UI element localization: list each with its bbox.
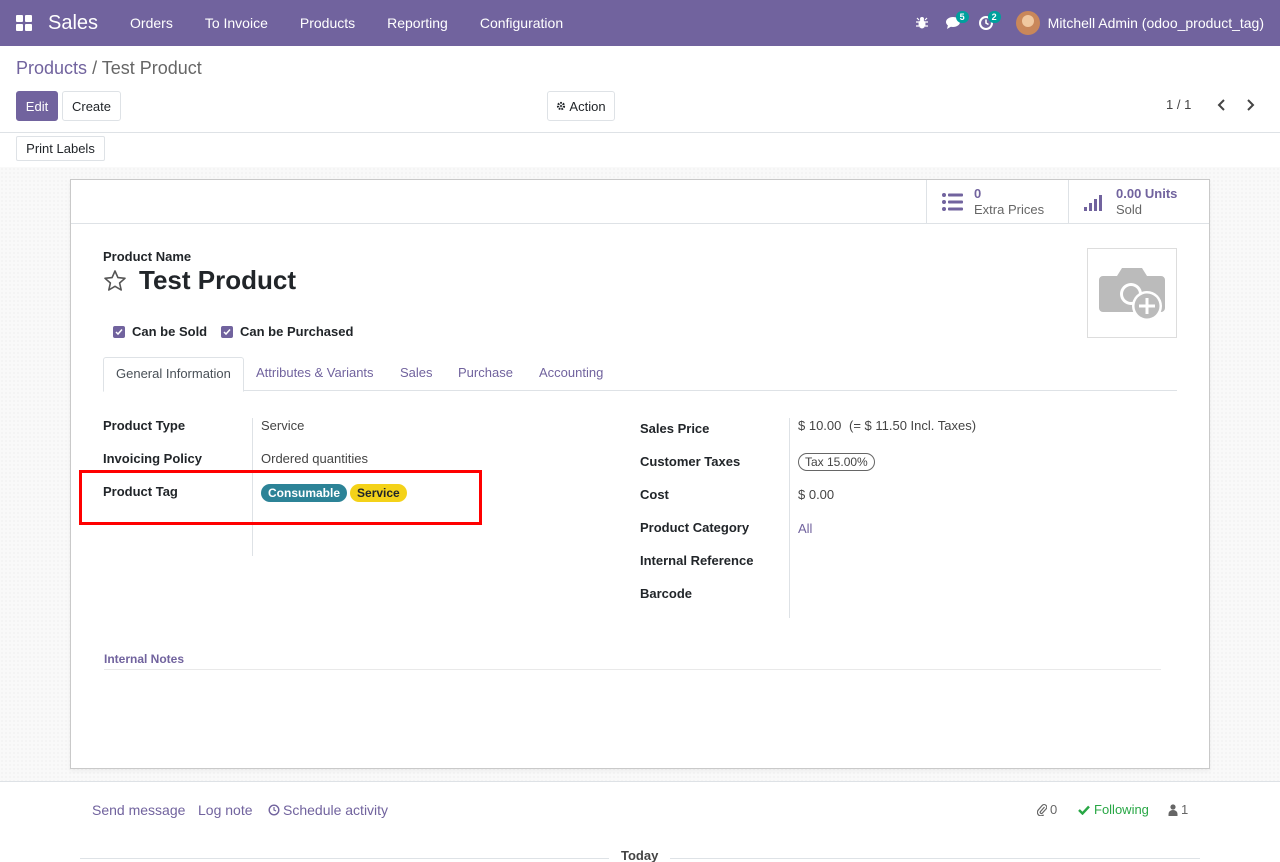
tax-tag[interactable]: Tax 15.00% bbox=[798, 453, 875, 471]
gear-icon bbox=[557, 101, 566, 111]
menu-orders[interactable]: Orders bbox=[114, 0, 189, 46]
tab-accounting[interactable]: Accounting bbox=[539, 357, 603, 391]
product-category-link[interactable]: All bbox=[798, 521, 812, 536]
menu-configuration[interactable]: Configuration bbox=[464, 0, 579, 46]
product-type-value[interactable]: Service bbox=[261, 418, 304, 433]
list-icon bbox=[942, 193, 963, 211]
attachments-button[interactable]: 0 bbox=[1037, 802, 1057, 817]
activities-count-badge: 2 bbox=[987, 11, 1001, 23]
units-sold-value: 0.00 Units bbox=[1116, 186, 1178, 201]
breadcrumb: Products / Test Product bbox=[16, 58, 202, 79]
followers-count: 1 bbox=[1181, 802, 1189, 817]
camera-add-icon bbox=[1099, 268, 1165, 321]
app-name[interactable]: Sales bbox=[48, 12, 98, 35]
edit-button[interactable]: Edit bbox=[16, 91, 58, 121]
pager-value[interactable]: 1 / 1 bbox=[1166, 97, 1191, 112]
barcode-label: Barcode bbox=[640, 586, 693, 601]
tab-attributes-variants[interactable]: Attributes & Variants bbox=[256, 357, 374, 391]
units-sold-button[interactable]: 0.00 Units Sold bbox=[1068, 180, 1209, 224]
can-be-purchased-option[interactable]: Can be Purchased bbox=[221, 324, 353, 339]
attachments-count: 0 bbox=[1050, 802, 1058, 817]
customer-taxes-field[interactable]: Tax 15.00% bbox=[798, 453, 875, 471]
create-button[interactable]: Create bbox=[62, 91, 121, 121]
breadcrumb-current: Test Product bbox=[101, 58, 202, 78]
control-panel-divider bbox=[0, 132, 1280, 133]
messages-count-badge: 5 bbox=[955, 11, 969, 23]
action-dropdown-button[interactable]: Action bbox=[547, 91, 615, 121]
messages-icon[interactable]: 5 bbox=[938, 0, 970, 46]
menu-reporting[interactable]: Reporting bbox=[371, 0, 464, 46]
can-be-sold-option[interactable]: Can be Sold bbox=[113, 324, 207, 339]
tab-general-information[interactable]: General Information bbox=[103, 357, 244, 392]
check-icon bbox=[1078, 805, 1090, 815]
extra-prices-value: 0 bbox=[974, 186, 982, 201]
tab-purchase[interactable]: Purchase bbox=[458, 357, 513, 391]
extra-prices-button[interactable]: 0 Extra Prices bbox=[926, 180, 1068, 224]
breadcrumb-products-link[interactable]: Products bbox=[16, 58, 87, 78]
following-label: Following bbox=[1094, 802, 1149, 817]
favorite-star-icon[interactable] bbox=[103, 269, 127, 293]
product-image-upload[interactable] bbox=[1087, 248, 1177, 338]
internal-notes-separator bbox=[104, 669, 1161, 670]
sales-price-incl-taxes: (= $ 11.50 Incl. Taxes) bbox=[849, 418, 977, 433]
invoicing-policy-label: Invoicing Policy bbox=[103, 451, 202, 466]
sales-price-value: $ 10.00 bbox=[798, 418, 842, 433]
debug-bug-icon[interactable] bbox=[906, 0, 938, 46]
units-sold-label: Sold bbox=[1116, 202, 1143, 217]
breadcrumb-separator: / bbox=[92, 58, 98, 78]
tab-sales[interactable]: Sales bbox=[400, 357, 433, 391]
schedule-activity-button[interactable]: Schedule activity bbox=[268, 802, 388, 818]
menu-to-invoice[interactable]: To Invoice bbox=[189, 0, 284, 46]
paperclip-icon bbox=[1037, 803, 1047, 816]
user-icon bbox=[1168, 803, 1178, 816]
sales-price-label: Sales Price bbox=[640, 421, 710, 436]
activities-clock-icon[interactable]: 2 bbox=[970, 0, 1002, 46]
following-button[interactable]: Following bbox=[1078, 802, 1149, 817]
followers-button[interactable]: 1 bbox=[1168, 802, 1188, 817]
schedule-activity-label: Schedule activity bbox=[283, 802, 389, 818]
product-name[interactable]: Test Product bbox=[139, 265, 296, 296]
product-tag-highlight-box bbox=[79, 470, 482, 525]
cost-value[interactable]: $ 0.00 bbox=[798, 487, 834, 502]
product-category-label: Product Category bbox=[640, 520, 750, 535]
can-be-sold-label: Can be Sold bbox=[132, 324, 208, 339]
menu-products[interactable]: Products bbox=[284, 0, 371, 46]
product-type-label: Product Type bbox=[103, 418, 186, 433]
user-avatar bbox=[1015, 11, 1040, 35]
signal-bars-icon bbox=[1084, 195, 1102, 211]
cost-label: Cost bbox=[640, 487, 669, 502]
top-navbar: Sales Orders To Invoice Products Reporti… bbox=[0, 0, 1280, 46]
form-tabs: General Information Attributes & Variant… bbox=[103, 357, 1177, 392]
can-be-purchased-label: Can be Purchased bbox=[240, 324, 354, 339]
internal-reference-label: Internal Reference bbox=[640, 553, 754, 568]
right-column-separator bbox=[789, 418, 790, 618]
user-name: Mitchell Admin (odoo_product_tag) bbox=[1047, 15, 1264, 31]
smart-buttons-bar: 0 Extra Prices 0.00 Units Sold bbox=[71, 180, 1209, 224]
user-menu[interactable]: Mitchell Admin (odoo_product_tag) bbox=[1002, 11, 1280, 35]
customer-taxes-label: Customer Taxes bbox=[640, 454, 741, 469]
action-label: Action bbox=[569, 98, 606, 114]
extra-prices-label: Extra Prices bbox=[974, 202, 1045, 217]
internal-notes-label: Internal Notes bbox=[104, 652, 185, 666]
pager-next-icon[interactable] bbox=[1242, 96, 1258, 114]
clock-icon bbox=[268, 804, 280, 816]
apps-menu-icon[interactable] bbox=[0, 0, 48, 46]
invoicing-policy-value[interactable]: Ordered quantities bbox=[261, 451, 368, 466]
print-labels-button[interactable]: Print Labels bbox=[16, 136, 105, 161]
can-be-purchased-checkbox[interactable] bbox=[221, 325, 233, 338]
log-note-button[interactable]: Log note bbox=[198, 802, 253, 818]
pager-previous-icon[interactable] bbox=[1214, 96, 1230, 114]
can-be-sold-checkbox[interactable] bbox=[113, 325, 125, 338]
send-message-button[interactable]: Send message bbox=[92, 802, 185, 818]
product-name-label: Product Name bbox=[103, 249, 192, 264]
sales-price-field[interactable]: $ 10.00 (= $ 11.50 Incl. Taxes) bbox=[798, 418, 976, 433]
today-separator-label: Today bbox=[609, 848, 671, 862]
